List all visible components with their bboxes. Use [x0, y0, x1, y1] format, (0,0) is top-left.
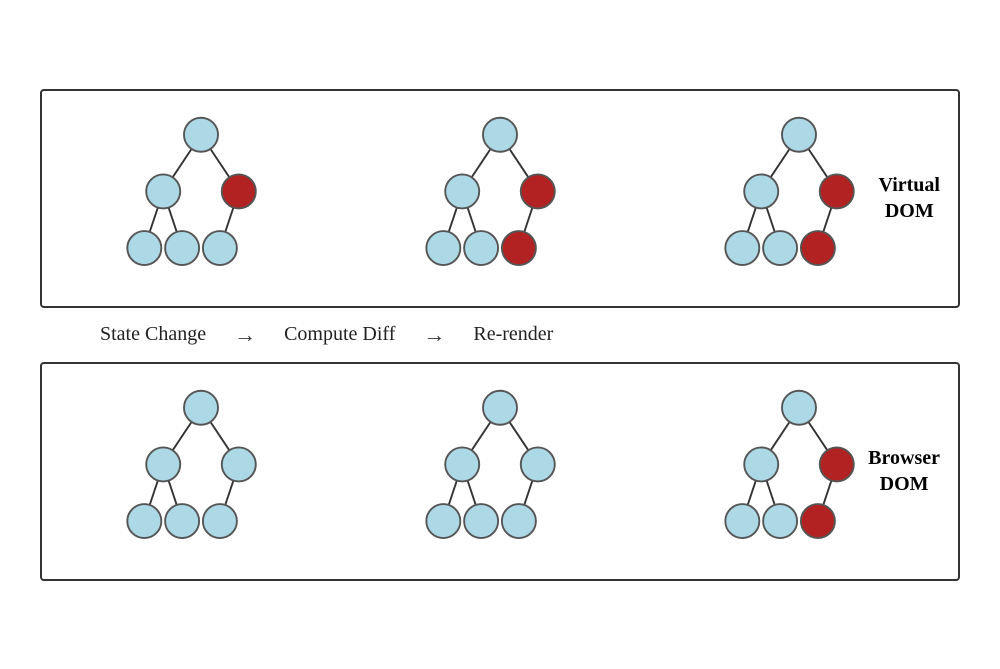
browser-tree-3 [714, 384, 884, 559]
browser-tree-2 [415, 384, 585, 559]
virtual-tree-3 [714, 111, 884, 286]
arrow1: → [234, 322, 256, 348]
step1-label: State Change [100, 323, 206, 346]
step2-label: Compute Diff [284, 323, 395, 346]
browser-tree-1 [116, 384, 286, 559]
virtual-tree-1 [116, 111, 286, 286]
browser-dom-box: BrowserDOM [40, 362, 960, 581]
arrow2: → [423, 322, 445, 348]
virtual-dom-box: VirtualDOM [40, 89, 960, 308]
step3-label: Re-render [473, 323, 553, 346]
diagram-container: VirtualDOM State Change → Compute Diff →… [40, 89, 960, 581]
virtual-tree-2 [415, 111, 585, 286]
virtual-dom-label: VirtualDOM [879, 172, 940, 224]
flow-row: State Change → Compute Diff → Re-render [40, 308, 960, 362]
browser-dom-label: BrowserDOM [868, 445, 940, 497]
